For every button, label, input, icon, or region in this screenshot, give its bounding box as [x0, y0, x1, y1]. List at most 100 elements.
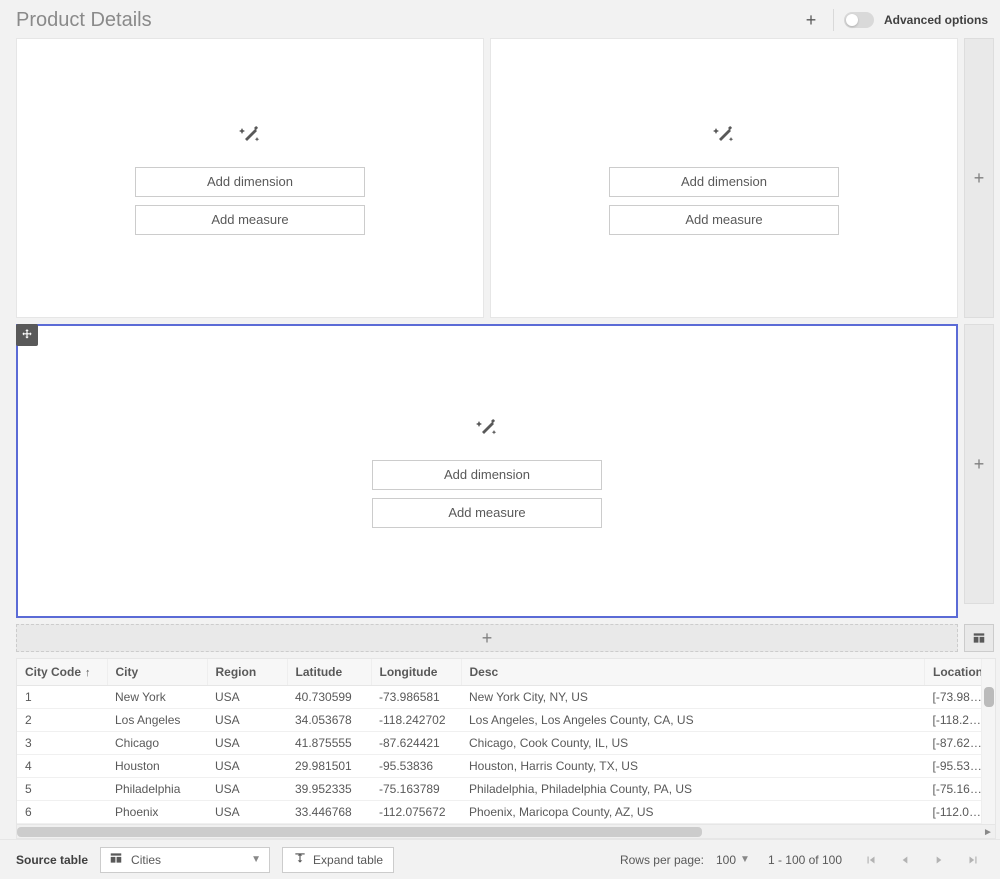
- next-page-button[interactable]: [928, 849, 950, 871]
- col-header-city[interactable]: City: [107, 659, 207, 686]
- chevron-down-icon: ▼: [251, 854, 261, 865]
- prev-page-button[interactable]: [894, 849, 916, 871]
- table-cell: -118.242702: [371, 709, 461, 732]
- table-row[interactable]: 6PhoenixUSA33.446768-112.075672Phoenix, …: [17, 801, 995, 824]
- table-cell: USA: [207, 686, 287, 709]
- table-cell: -112.075672: [371, 801, 461, 824]
- page-title: Product Details: [16, 9, 799, 32]
- table-cell: Chicago, Cook County, IL, US: [461, 732, 925, 755]
- add-dimension-button[interactable]: Add dimension: [609, 167, 839, 197]
- table-row[interactable]: 1New YorkUSA40.730599-73.986581New York …: [17, 686, 995, 709]
- table-cell: 33.446768: [287, 801, 371, 824]
- source-table-label: Source table: [16, 853, 88, 867]
- table-cell: Philadelphia: [107, 778, 207, 801]
- rows-per-page-label: Rows per page:: [620, 853, 704, 867]
- add-dimension-button[interactable]: Add dimension: [372, 460, 602, 490]
- sort-asc-icon: ↑: [85, 667, 91, 679]
- viz-panel-selected[interactable]: Add dimension Add measure: [16, 324, 958, 618]
- table-cell: New York: [107, 686, 207, 709]
- panel-row-1: Add dimension Add measure Add dimension …: [16, 38, 958, 318]
- expand-table-button[interactable]: Expand table: [282, 847, 394, 873]
- table-cell: USA: [207, 755, 287, 778]
- table-cell: Los Angeles: [107, 709, 207, 732]
- table-cell: Phoenix: [107, 801, 207, 824]
- table-cell: 29.981501: [287, 755, 371, 778]
- data-table: City Code↑ City Region Latitude Longitud…: [16, 658, 996, 839]
- table-cell: 39.952335: [287, 778, 371, 801]
- table-cell: -87.624421: [371, 732, 461, 755]
- divider: [833, 9, 834, 31]
- drop-slot-bottom[interactable]: +: [16, 624, 958, 652]
- first-page-button[interactable]: [860, 849, 882, 871]
- add-measure-button[interactable]: Add measure: [372, 498, 602, 528]
- table-cell: Phoenix, Maricopa County, AZ, US: [461, 801, 925, 824]
- table-row[interactable]: 5PhiladelphiaUSA39.952335-75.163789Phila…: [17, 778, 995, 801]
- table-cell: 6: [17, 801, 107, 824]
- side-drop-slots: + +: [964, 38, 994, 618]
- workspace: Add dimension Add measure Add dimension …: [0, 38, 1000, 618]
- drop-slot-right-2[interactable]: +: [964, 324, 994, 604]
- col-header-citycode[interactable]: City Code↑: [17, 659, 107, 686]
- magic-wand-icon: [475, 415, 499, 442]
- magic-wand-icon: [712, 122, 736, 149]
- source-table-name: Cities: [131, 853, 243, 867]
- table-cell: USA: [207, 709, 287, 732]
- header-actions: + Advanced options: [799, 8, 988, 32]
- table-cell: USA: [207, 778, 287, 801]
- viz-panel[interactable]: Add dimension Add measure: [16, 38, 484, 318]
- table-cell: 41.875555: [287, 732, 371, 755]
- add-measure-button[interactable]: Add measure: [135, 205, 365, 235]
- viz-panel[interactable]: Add dimension Add measure: [490, 38, 958, 318]
- last-page-button[interactable]: [962, 849, 984, 871]
- col-header-latitude[interactable]: Latitude: [287, 659, 371, 686]
- table-cell: Houston, Harris County, TX, US: [461, 755, 925, 778]
- advanced-label: Advanced options: [884, 13, 988, 27]
- table-cell: -75.163789: [371, 778, 461, 801]
- add-sheet-button[interactable]: +: [799, 8, 823, 32]
- table-cell: USA: [207, 732, 287, 755]
- col-header-desc[interactable]: Desc: [461, 659, 925, 686]
- col-header-longitude[interactable]: Longitude: [371, 659, 461, 686]
- table-cell: -95.53836: [371, 755, 461, 778]
- table-cell: USA: [207, 801, 287, 824]
- scroll-right-icon[interactable]: ►: [981, 825, 995, 839]
- move-handle-icon[interactable]: [16, 324, 38, 346]
- table-row[interactable]: 4HoustonUSA29.981501-95.53836Houston, Ha…: [17, 755, 995, 778]
- expand-table-label: Expand table: [313, 853, 383, 867]
- table-cell: Los Angeles, Los Angeles County, CA, US: [461, 709, 925, 732]
- bottom-slot-row: +: [16, 624, 994, 652]
- table-cell: 2: [17, 709, 107, 732]
- col-header-region[interactable]: Region: [207, 659, 287, 686]
- table-cell: 1: [17, 686, 107, 709]
- advanced-toggle[interactable]: [844, 12, 874, 28]
- rows-per-page-select[interactable]: 100 ▼: [716, 853, 750, 867]
- source-table-select[interactable]: Cities ▼: [100, 847, 270, 873]
- scroll-thumb[interactable]: [17, 827, 702, 837]
- add-measure-button[interactable]: Add measure: [609, 205, 839, 235]
- horizontal-scrollbar[interactable]: ◄ ►: [17, 824, 995, 838]
- vscroll-thumb[interactable]: [984, 687, 994, 707]
- table-row[interactable]: 2Los AngelesUSA34.053678-118.242702Los A…: [17, 709, 995, 732]
- table-cell: 34.053678: [287, 709, 371, 732]
- table-row[interactable]: 3ChicagoUSA41.875555-87.624421Chicago, C…: [17, 732, 995, 755]
- table-icon: [109, 851, 123, 868]
- chevron-down-icon: ▼: [740, 854, 750, 865]
- table-cell: 4: [17, 755, 107, 778]
- header-bar: Product Details + Advanced options: [0, 0, 1000, 38]
- add-dimension-button[interactable]: Add dimension: [135, 167, 365, 197]
- table-cell: 5: [17, 778, 107, 801]
- table-cell: Philadelphia, Philadelphia County, PA, U…: [461, 778, 925, 801]
- expand-icon: [293, 851, 307, 868]
- canvas: Add dimension Add measure Add dimension …: [16, 38, 958, 618]
- table-cell: -73.986581: [371, 686, 461, 709]
- table-cell: 40.730599: [287, 686, 371, 709]
- page-range: 1 - 100 of 100: [768, 853, 842, 867]
- table-cell: Houston: [107, 755, 207, 778]
- table-cell: New York City, NY, US: [461, 686, 925, 709]
- table-cell: 3: [17, 732, 107, 755]
- vertical-scrollbar[interactable]: [981, 659, 995, 824]
- table-header-row: City Code↑ City Region Latitude Longitud…: [17, 659, 995, 686]
- drop-slot-right-1[interactable]: +: [964, 38, 994, 318]
- table-view-toggle[interactable]: [964, 624, 994, 652]
- magic-wand-icon: [238, 122, 262, 149]
